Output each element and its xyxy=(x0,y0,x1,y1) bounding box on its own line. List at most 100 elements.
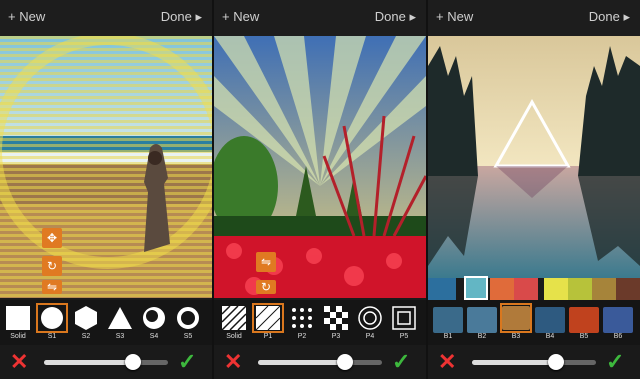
photo-canvas[interactable]: ⇋ ↻ xyxy=(214,36,426,298)
checkmark-icon[interactable]: ✓ xyxy=(606,350,630,374)
pattern-p5[interactable]: P5 xyxy=(388,304,420,345)
shape-label: P2 xyxy=(297,333,307,340)
editor-panel-3: + New Done ▸ B1 B2 B3 B4 B5 B6 ✕ ✓ xyxy=(428,0,640,379)
blend-b1[interactable]: B1 xyxy=(432,304,464,345)
move-icon[interactable]: ✥ xyxy=(42,228,62,248)
blend-strip: B1 B2 B3 B4 B5 B6 xyxy=(428,300,640,345)
new-button[interactable]: + New xyxy=(436,9,473,24)
lake-photo xyxy=(428,36,640,278)
shape-label: P3 xyxy=(331,333,341,340)
color-swatch-selected[interactable] xyxy=(464,276,488,300)
shape-strip: Solid S1 S2 S3 S4 S5 xyxy=(0,300,212,345)
garden-photo xyxy=(214,36,426,298)
blend-thumbnail xyxy=(569,307,599,333)
shape-label: B3 xyxy=(511,333,521,340)
concentric-circles-icon xyxy=(358,306,382,330)
slider-fill xyxy=(44,360,134,365)
bottom-bar: ✕ ✓ xyxy=(0,345,212,379)
color-swatch[interactable] xyxy=(514,278,538,300)
blend-b2[interactable]: B2 xyxy=(466,304,498,345)
done-button[interactable]: Done ▸ xyxy=(161,9,202,25)
opacity-slider[interactable] xyxy=(258,354,382,370)
blend-thumbnail xyxy=(502,306,530,330)
blend-b5[interactable]: B5 xyxy=(568,304,600,345)
blend-thumbnail xyxy=(467,307,497,333)
shape-s5[interactable]: S5 xyxy=(172,304,204,345)
rotate-icon[interactable]: ↻ xyxy=(256,280,276,294)
shape-label: S2 xyxy=(81,333,91,340)
done-button[interactable]: Done ▸ xyxy=(375,9,416,25)
color-swatch[interactable] xyxy=(568,278,592,300)
slider-fill xyxy=(472,360,557,365)
dots-icon xyxy=(292,308,312,328)
shape-label: S3 xyxy=(115,333,125,340)
concentric-squares-icon xyxy=(392,306,416,330)
bottom-bar: ✕ ✓ xyxy=(214,345,426,379)
pattern-p4[interactable]: P4 xyxy=(354,304,386,345)
solid-square-icon xyxy=(6,306,30,330)
shape-label: S4 xyxy=(149,333,159,340)
top-bar: + New Done ▸ xyxy=(0,0,212,36)
color-swatch[interactable] xyxy=(616,278,640,300)
pattern-solid[interactable]: Solid xyxy=(218,304,250,345)
blend-thumbnail xyxy=(535,307,565,333)
shape-label: Solid xyxy=(10,333,26,340)
rotate-icon[interactable]: ↻ xyxy=(42,256,62,276)
checker-icon xyxy=(324,306,348,330)
photo-canvas[interactable]: ✥ ↻ ⇋ xyxy=(0,36,212,298)
checkmark-icon[interactable]: ✓ xyxy=(392,350,416,374)
shape-label: S5 xyxy=(183,333,193,340)
close-icon[interactable]: ✕ xyxy=(224,351,246,373)
shape-label: B6 xyxy=(613,333,623,340)
new-button[interactable]: + New xyxy=(222,9,259,24)
pattern-p2[interactable]: P2 xyxy=(286,304,318,345)
hatched-square-icon xyxy=(255,305,281,331)
pattern-p1[interactable]: P1 xyxy=(252,303,284,345)
shape-label: B2 xyxy=(477,333,487,340)
flip-icon[interactable]: ⇋ xyxy=(42,280,62,294)
circle-icon xyxy=(41,307,63,329)
shape-s3[interactable]: S3 xyxy=(104,304,136,345)
shape-solid[interactable]: Solid xyxy=(2,304,34,345)
crescent-icon xyxy=(143,307,165,329)
opacity-slider[interactable] xyxy=(472,354,596,370)
shape-label: S1 xyxy=(47,333,57,340)
diagonal-lines-icon xyxy=(221,305,247,331)
done-button[interactable]: Done ▸ xyxy=(589,9,630,25)
shape-label: B5 xyxy=(579,333,589,340)
color-swatch[interactable] xyxy=(490,278,514,300)
checkmark-icon[interactable]: ✓ xyxy=(178,350,202,374)
opacity-slider[interactable] xyxy=(44,354,168,370)
slider-knob[interactable] xyxy=(336,354,353,370)
ring-icon xyxy=(177,307,199,329)
pattern-p3[interactable]: P3 xyxy=(320,304,352,345)
triangle-icon xyxy=(108,307,132,329)
blend-thumbnail xyxy=(433,307,463,333)
color-swatch[interactable] xyxy=(428,278,456,300)
shape-label: P1 xyxy=(263,333,273,340)
shape-label: Solid xyxy=(226,333,242,340)
shape-s4[interactable]: S4 xyxy=(138,304,170,345)
new-button[interactable]: + New xyxy=(8,9,45,24)
flip-icon[interactable]: ⇋ xyxy=(256,252,276,272)
blend-b4[interactable]: B4 xyxy=(534,304,566,345)
shape-label: P5 xyxy=(399,333,409,340)
close-icon[interactable]: ✕ xyxy=(438,351,460,373)
color-swatch[interactable] xyxy=(592,278,616,300)
top-bar: + New Done ▸ xyxy=(428,0,640,36)
top-bar: + New Done ▸ xyxy=(214,0,426,36)
close-icon[interactable]: ✕ xyxy=(10,351,32,373)
shape-s1[interactable]: S1 xyxy=(36,303,68,345)
shape-label: B4 xyxy=(545,333,555,340)
shape-s2[interactable]: S2 xyxy=(70,304,102,345)
beach-photo xyxy=(0,36,212,298)
blend-b3[interactable]: B3 xyxy=(500,303,532,345)
photo-canvas[interactable] xyxy=(428,36,640,278)
slider-knob[interactable] xyxy=(548,354,565,370)
editor-panel-1: + New Done ▸ ✥ ↻ ⇋ Solid S1 S2 S3 S4 S5 … xyxy=(0,0,212,379)
color-swatch[interactable] xyxy=(544,278,568,300)
shape-label: B1 xyxy=(443,333,453,340)
slider-knob[interactable] xyxy=(125,354,142,370)
blend-b6[interactable]: B6 xyxy=(602,304,634,345)
slider-fill xyxy=(258,360,345,365)
